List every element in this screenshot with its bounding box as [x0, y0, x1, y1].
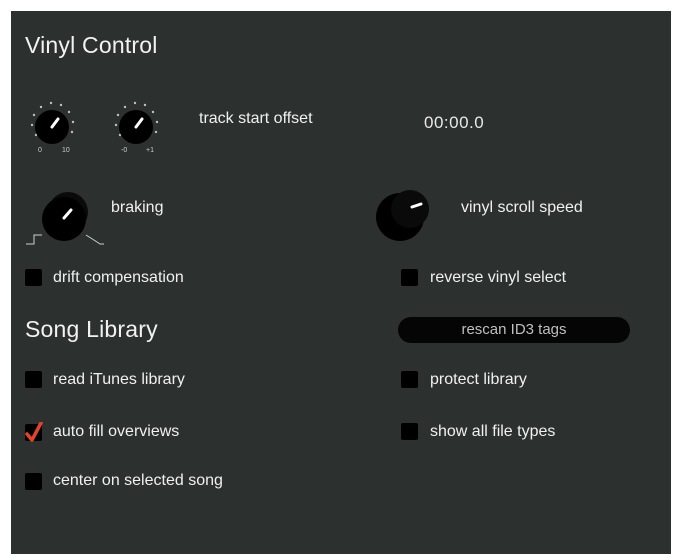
reverse-vinyl-select-label: reverse vinyl select — [430, 269, 567, 286]
protect-library-label: protect library — [430, 371, 527, 388]
protect-library-checkbox[interactable] — [401, 371, 418, 388]
vinyl-control-title: Vinyl Control — [25, 32, 158, 58]
vinyl-scroll-speed-label: vinyl scroll speed — [461, 199, 583, 216]
vinyl-scroll-speed-knob[interactable] — [370, 183, 450, 243]
settings-panel: Vinyl Control 0 10 -0 +1 track start off… — [11, 11, 671, 554]
show-all-file-types-label: show all file types — [430, 423, 556, 440]
knob-icon — [376, 190, 429, 241]
show-all-file-types-checkbox[interactable] — [401, 423, 418, 440]
track-start-knob-1[interactable]: 0 10 — [24, 91, 84, 161]
track-start-offset-value: 00:00.0 — [424, 113, 485, 132]
auto-fill-overviews-checkbox[interactable] — [25, 422, 43, 442]
knob1-max-label: 10 — [62, 147, 70, 154]
knob-icon — [30, 101, 75, 144]
reverse-vinyl-select-checkbox[interactable] — [401, 269, 418, 286]
center-on-selected-checkbox[interactable] — [25, 473, 42, 490]
track-start-offset-label: track start offset — [199, 110, 313, 127]
read-itunes-checkbox[interactable] — [25, 371, 42, 388]
brake-curve-icon — [26, 234, 104, 245]
track-start-knob-2[interactable]: -0 +1 — [108, 91, 168, 161]
knob2-min-label: -0 — [121, 147, 128, 154]
knob2-max-label: +1 — [146, 147, 154, 154]
checkmark-icon — [25, 422, 43, 442]
read-itunes-label: read iTunes library — [53, 371, 185, 388]
braking-knob[interactable] — [24, 186, 114, 251]
knob1-min-label: 0 — [38, 147, 42, 154]
song-library-title: Song Library — [25, 316, 158, 342]
auto-fill-overviews-label: auto fill overviews — [53, 423, 180, 440]
drift-compensation-label: drift compensation — [53, 269, 184, 286]
braking-label: braking — [111, 199, 164, 216]
drift-compensation-checkbox[interactable] — [25, 269, 42, 286]
center-on-selected-label: center on selected song — [53, 472, 223, 489]
rescan-id3-button[interactable]: rescan ID3 tags — [398, 317, 630, 343]
knob-icon — [114, 101, 159, 144]
